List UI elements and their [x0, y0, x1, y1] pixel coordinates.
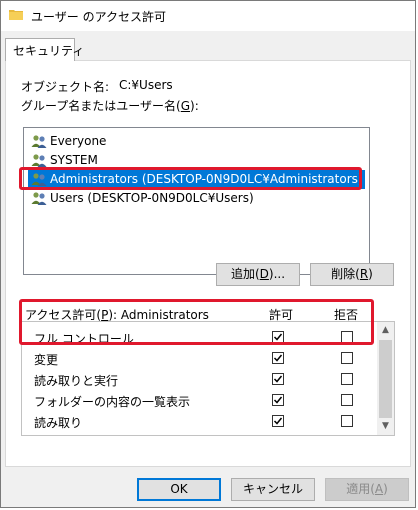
- remove-button[interactable]: 削除(R): [310, 263, 394, 286]
- allow-checkbox[interactable]: [272, 415, 284, 427]
- users-group-icon: [31, 153, 47, 168]
- user-list-item[interactable]: Everyone: [28, 132, 365, 151]
- group-list-label: グループ名またはユーザー名(G):: [21, 97, 199, 114]
- allow-checkbox[interactable]: [272, 373, 284, 385]
- users-group-icon: [31, 134, 47, 149]
- deny-checkbox[interactable]: [341, 373, 353, 385]
- permission-row: 読み取りと実行: [22, 369, 379, 390]
- permissions-scrollbar[interactable]: ▲ ▼: [377, 322, 394, 435]
- apply-post: ): [383, 482, 388, 496]
- title-bar[interactable]: ユーザー のアクセス許可: [1, 1, 415, 31]
- object-name-value: C:¥Users: [119, 78, 173, 92]
- permission-name: 読み取りと実行: [34, 374, 119, 388]
- add-post: )...: [268, 267, 286, 281]
- scroll-thumb[interactable]: [379, 340, 392, 418]
- add-pre: 追加(: [230, 267, 260, 281]
- apply-button[interactable]: 適用(A): [325, 478, 409, 501]
- selected-user-highlight: [19, 167, 362, 190]
- user-list[interactable]: Everyone SYSTEM Administrators (DESKTOP-0N…: [23, 127, 370, 275]
- permissions-highlight: [19, 299, 374, 345]
- tab-label: セキュリティ: [13, 44, 85, 58]
- ok-button[interactable]: OK: [137, 478, 221, 501]
- permission-name: フォルダーの内容の一覧表示: [34, 395, 191, 409]
- object-name-label: オブジェクト名:: [21, 80, 110, 94]
- tab-security[interactable]: セキュリティ: [5, 38, 84, 61]
- remove-pre: 削除(: [331, 267, 360, 281]
- window-title: ユーザー のアクセス許可: [31, 10, 166, 24]
- remove-post: ): [368, 267, 373, 281]
- allow-checkbox[interactable]: [272, 394, 284, 406]
- user-list-item-label: SYSTEM: [50, 153, 98, 167]
- add-key: D: [259, 267, 269, 281]
- scroll-down-icon[interactable]: ▼: [377, 418, 394, 435]
- allow-checkbox[interactable]: [272, 352, 284, 364]
- permission-name: 読み取り: [34, 416, 83, 430]
- group-label-key: G: [180, 99, 191, 113]
- apply-pre: 適用(: [346, 482, 375, 496]
- user-list-item[interactable]: Users (DESKTOP-0N9D0LC¥Users): [28, 189, 365, 208]
- deny-checkbox[interactable]: [341, 415, 353, 427]
- permission-row: 読み取り: [22, 411, 379, 432]
- add-button[interactable]: 追加(D)...: [216, 263, 300, 286]
- permission-row: フォルダーの内容の一覧表示: [22, 390, 379, 411]
- deny-checkbox[interactable]: [341, 394, 353, 406]
- group-label-pre: グループ名またはユーザー名(: [21, 99, 181, 113]
- deny-checkbox[interactable]: [341, 352, 353, 364]
- users-group-icon: [31, 191, 47, 206]
- scroll-up-icon[interactable]: ▲: [377, 322, 394, 339]
- cancel-button[interactable]: キャンセル: [231, 478, 315, 501]
- user-list-item-label: Users (DESKTOP-0N9D0LC¥Users): [50, 191, 254, 205]
- permission-row: 変更: [22, 348, 379, 369]
- user-list-item-label: Everyone: [50, 134, 107, 148]
- apply-key: A: [374, 482, 384, 496]
- folder-icon: [9, 9, 23, 20]
- permission-name: 変更: [34, 353, 59, 367]
- permissions-dialog: ユーザー のアクセス許可 セキュリティ オブジェクト名: C:¥Users グル…: [0, 0, 416, 508]
- group-label-post: ):: [190, 99, 199, 113]
- remove-key: R: [359, 267, 369, 281]
